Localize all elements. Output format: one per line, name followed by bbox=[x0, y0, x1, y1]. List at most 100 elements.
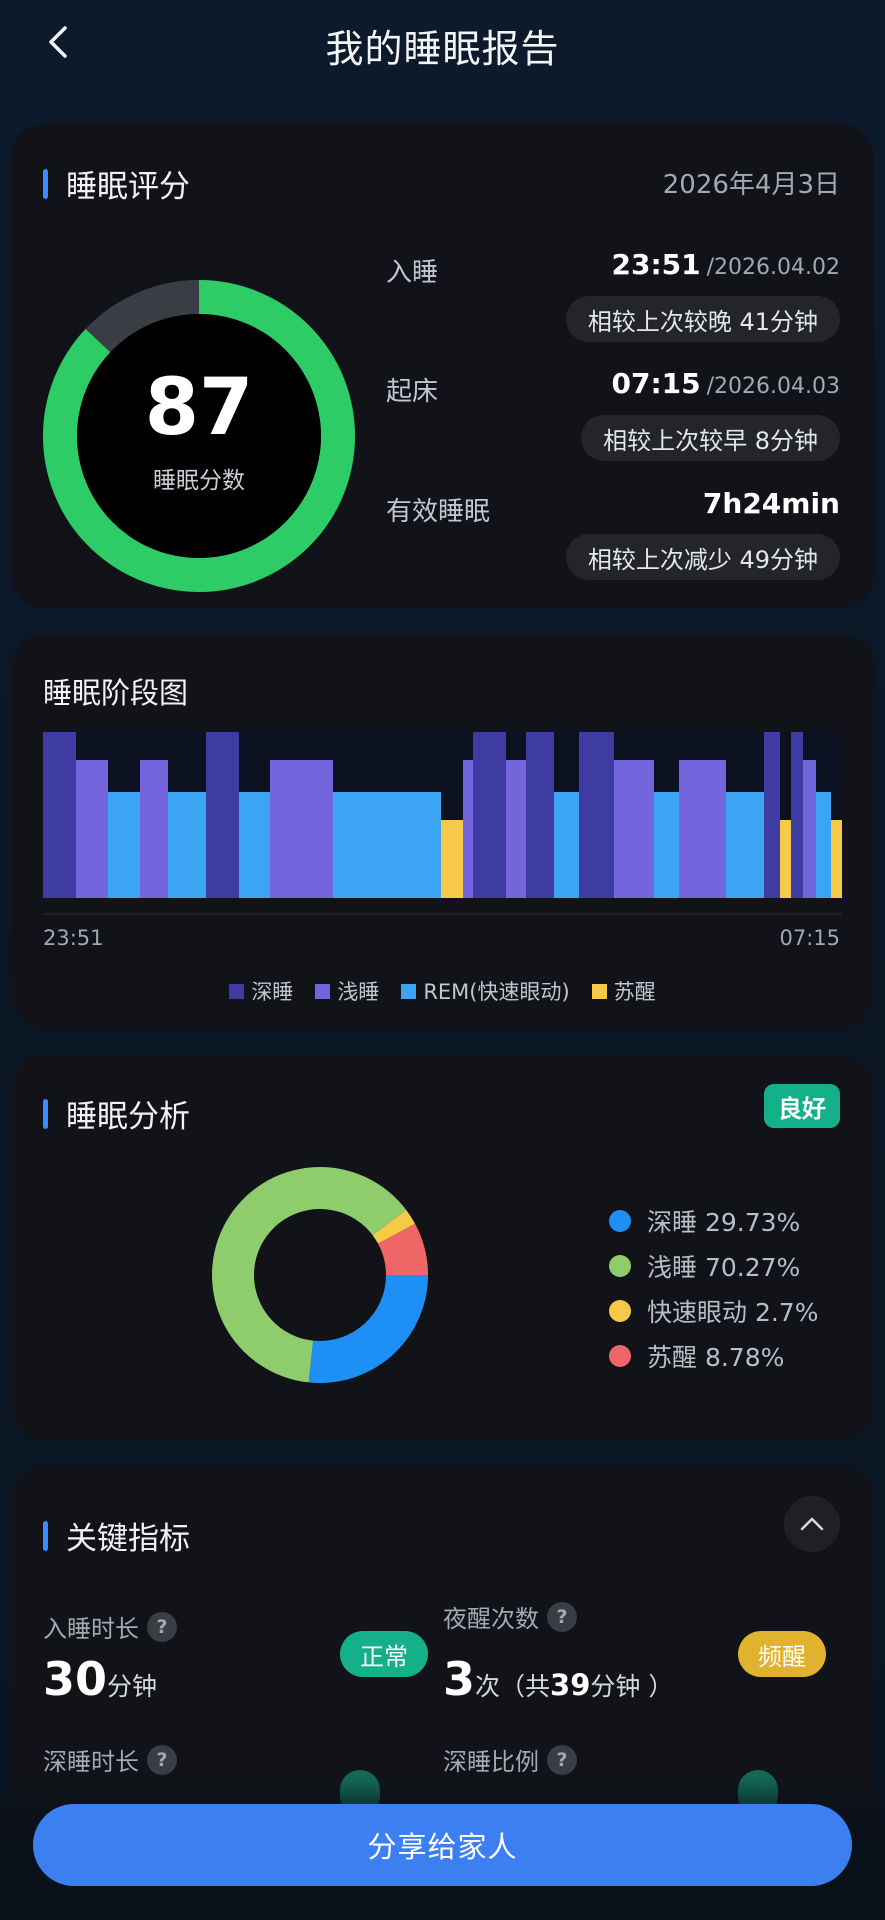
score-label: 睡眠分数 bbox=[153, 468, 245, 494]
stage-segment-rem bbox=[554, 792, 579, 898]
effective-sleep-label: 有效睡眠 bbox=[386, 497, 491, 527]
score-value: 87 bbox=[144, 363, 254, 453]
legend-dot bbox=[609, 1344, 631, 1367]
stage-segment-deep bbox=[526, 732, 554, 898]
legend-swatch bbox=[591, 983, 607, 999]
night-wakes-label: 夜醒次数 ? bbox=[443, 1599, 577, 1634]
stage-legend: 深睡 浅睡 REM(快速眼动) 苏醒 bbox=[11, 976, 874, 1006]
stage-segment-deep bbox=[206, 732, 239, 898]
help-icon[interactable]: ? bbox=[547, 1744, 577, 1775]
analysis-legend-deep: 深睡 29.73% bbox=[609, 1198, 818, 1243]
legend-label: 苏醒 8.78% bbox=[647, 1342, 785, 1372]
onset-duration-unit: 分钟 bbox=[107, 1672, 158, 1701]
report-date: 2026年4月3日 bbox=[662, 170, 840, 200]
stage-segment-rem bbox=[726, 792, 764, 898]
share-button[interactable]: 分享给家人 bbox=[33, 1804, 852, 1886]
score-ring: 87 睡眠分数 bbox=[42, 279, 356, 593]
wake-time: 07:15 bbox=[611, 367, 701, 400]
stage-segment-awake bbox=[780, 820, 791, 898]
stage-segment-deep bbox=[791, 732, 803, 898]
effective-sleep-row: 有效睡眠 7h24min bbox=[386, 487, 840, 527]
stage-segment-light bbox=[803, 760, 816, 898]
stage-segment-light bbox=[270, 760, 333, 898]
onset-duration-value: 30分钟 bbox=[43, 1652, 157, 1706]
key-card-title: 关键指标 bbox=[43, 1513, 190, 1558]
effective-sleep-value: 7h24min bbox=[702, 487, 840, 520]
stage-segment-deep bbox=[43, 732, 76, 898]
help-icon[interactable]: ? bbox=[147, 1611, 177, 1642]
stage-segment-deep bbox=[473, 732, 506, 898]
legend-label: 浅睡 bbox=[337, 980, 380, 1004]
page-title: 我的睡眠报告 bbox=[325, 27, 560, 71]
wake-row: 起床 07:15/2026.04.03 bbox=[386, 367, 840, 407]
stage-segment-deep bbox=[764, 732, 780, 898]
night-wakes-unit-suffix: 分钟 ） bbox=[590, 1672, 674, 1701]
legend-label: 快速眼动 2.7% bbox=[647, 1297, 819, 1327]
stage-segment-light bbox=[76, 760, 108, 898]
wake-compare: 相较上次较早 8分钟 bbox=[581, 415, 840, 461]
night-wakes-value: 3次（共39分钟 ） bbox=[443, 1652, 673, 1706]
quality-badge: 良好 bbox=[764, 1084, 840, 1128]
onset-duration-label: 入睡时长 ? bbox=[43, 1609, 177, 1644]
collapse-button[interactable] bbox=[784, 1496, 840, 1552]
sleep-stage-card: 睡眠阶段图 23:51 07:15 深睡 浅睡 REM(快速眼动) 苏醒 bbox=[11, 634, 874, 1028]
legend-label: 深睡 bbox=[251, 980, 294, 1004]
key-card-title-text: 关键指标 bbox=[66, 1521, 190, 1557]
stage-segment-light bbox=[506, 760, 526, 898]
help-icon[interactable]: ? bbox=[147, 1744, 177, 1775]
stage-segment-rem bbox=[168, 792, 206, 898]
legend-swatch bbox=[315, 983, 331, 999]
night-wakes-number: 3 bbox=[443, 1652, 476, 1706]
score-card-title: 睡眠评分 bbox=[43, 161, 190, 206]
stage-segment-rem bbox=[816, 792, 831, 898]
stage-segment-rem bbox=[108, 792, 140, 898]
stage-card-title: 睡眠阶段图 bbox=[43, 676, 189, 710]
title-accent-bar bbox=[43, 168, 48, 199]
stage-segment-rem bbox=[654, 792, 679, 898]
sleep-score-card: 睡眠评分 2026年4月3日 87 睡眠分数 入睡 23:51/2026.04.… bbox=[11, 124, 874, 608]
header: 我的睡眠报告 bbox=[0, 0, 885, 90]
stage-segment-light bbox=[614, 760, 654, 898]
sleep-onset-label: 入睡 bbox=[386, 258, 439, 288]
stage-segment-deep bbox=[579, 732, 614, 898]
legend-awake: 苏醒 bbox=[591, 976, 656, 1006]
donut-slice-deep bbox=[308, 1275, 428, 1383]
analysis-legend-rem: 快速眼动 2.7% bbox=[609, 1288, 818, 1333]
legend-label: 苏醒 bbox=[613, 980, 656, 1004]
chevron-up-icon bbox=[800, 1517, 824, 1531]
analysis-legend: 深睡 29.73% 浅睡 70.27% 快速眼动 2.7% 苏醒 8.78% bbox=[609, 1198, 818, 1378]
stage-segment-awake bbox=[831, 820, 842, 898]
sleep-stage-chart bbox=[43, 732, 842, 915]
analysis-card-title: 睡眠分析 bbox=[43, 1091, 190, 1136]
night-wakes-tag: 频醒 bbox=[738, 1631, 826, 1677]
legend-dot bbox=[609, 1254, 631, 1277]
night-wakes-unit: 次（共 bbox=[475, 1672, 551, 1701]
sleep-onset-date: /2026.04.02 bbox=[706, 255, 840, 280]
title-accent-bar bbox=[43, 1520, 48, 1551]
deep-duration-label: 深睡时长 ? bbox=[43, 1742, 177, 1777]
legend-swatch bbox=[401, 983, 417, 999]
stage-start-time: 23:51 bbox=[43, 926, 104, 950]
deep-duration-label-text: 深睡时长 bbox=[43, 1748, 139, 1776]
sleep-onset-compare: 相较上次较晚 41分钟 bbox=[565, 296, 840, 342]
night-wakes-total: 39 bbox=[550, 1668, 591, 1702]
legend-rem: REM(快速眼动) bbox=[401, 976, 570, 1006]
deep-ratio-label: 深睡比例 ? bbox=[443, 1742, 577, 1777]
deep-ratio-label-text: 深睡比例 bbox=[443, 1748, 539, 1776]
legend-label: 浅睡 70.27% bbox=[647, 1252, 801, 1282]
stage-segment-rem bbox=[333, 792, 441, 898]
score-card-title-text: 睡眠评分 bbox=[66, 169, 190, 205]
legend-dot bbox=[609, 1299, 631, 1322]
analysis-legend-light: 浅睡 70.27% bbox=[609, 1243, 818, 1288]
sleep-onset-row: 入睡 23:51/2026.04.02 bbox=[386, 248, 840, 288]
sleep-analysis-donut bbox=[212, 1167, 428, 1383]
legend-light: 浅睡 bbox=[315, 976, 379, 1006]
help-icon[interactable]: ? bbox=[547, 1601, 577, 1632]
effective-sleep-compare: 相较上次减少 49分钟 bbox=[565, 534, 840, 580]
night-wakes-label-text: 夜醒次数 bbox=[443, 1605, 539, 1633]
stage-end-time: 07:15 bbox=[779, 926, 840, 950]
sleep-analysis-card: 睡眠分析 良好 深睡 29.73% 浅睡 70.27% 快速眼动 2.7% 苏醒… bbox=[11, 1055, 874, 1440]
legend-label: 深睡 29.73% bbox=[647, 1207, 801, 1237]
onset-duration-number: 30 bbox=[43, 1652, 108, 1706]
sleep-onset-value: 23:51/2026.04.02 bbox=[611, 248, 840, 281]
